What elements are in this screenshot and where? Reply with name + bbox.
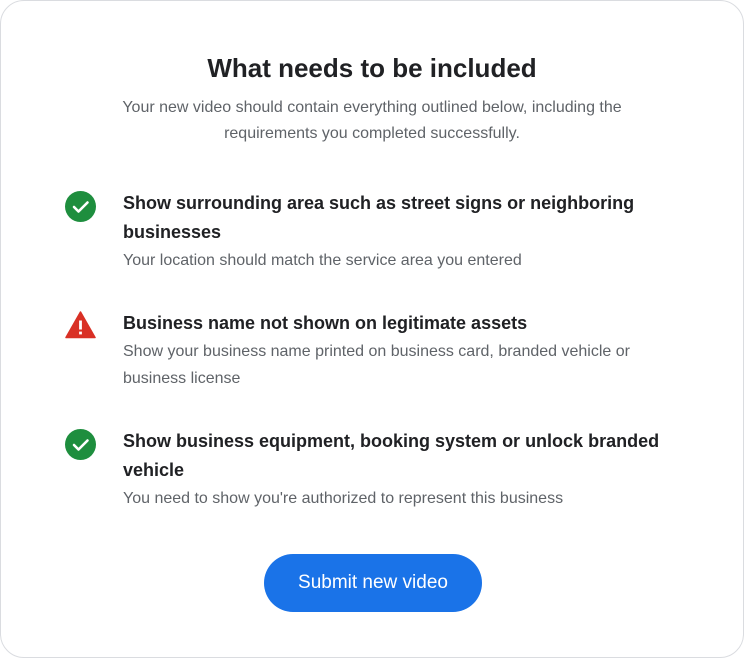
warning-triangle-icon: [65, 310, 96, 341]
requirement-text: Show surrounding area such as street sig…: [123, 189, 683, 274]
requirement-description: Your location should match the service a…: [123, 252, 522, 269]
submit-new-video-button[interactable]: Submit new video: [264, 554, 482, 612]
check-circle-icon: [65, 429, 96, 460]
requirement-text: Show business equipment, booking system …: [123, 427, 683, 512]
page-subtitle: Your new video should contain everything…: [122, 99, 622, 142]
requirement-heading: Show business equipment, booking system …: [123, 431, 660, 480]
requirement-text: Business name not shown on legitimate as…: [123, 309, 683, 392]
requirements-card: What needs to be included Your new video…: [0, 0, 744, 658]
page-title: What needs to be included: [207, 53, 537, 83]
requirement-description: You need to show you're authorized to re…: [123, 490, 564, 507]
requirement-heading: Business name not shown on legitimate as…: [123, 313, 528, 333]
requirement-heading: Show surrounding area such as street sig…: [123, 193, 635, 242]
check-circle-icon: [65, 191, 96, 222]
requirement-description: Show your business name printed on busin…: [123, 343, 630, 387]
